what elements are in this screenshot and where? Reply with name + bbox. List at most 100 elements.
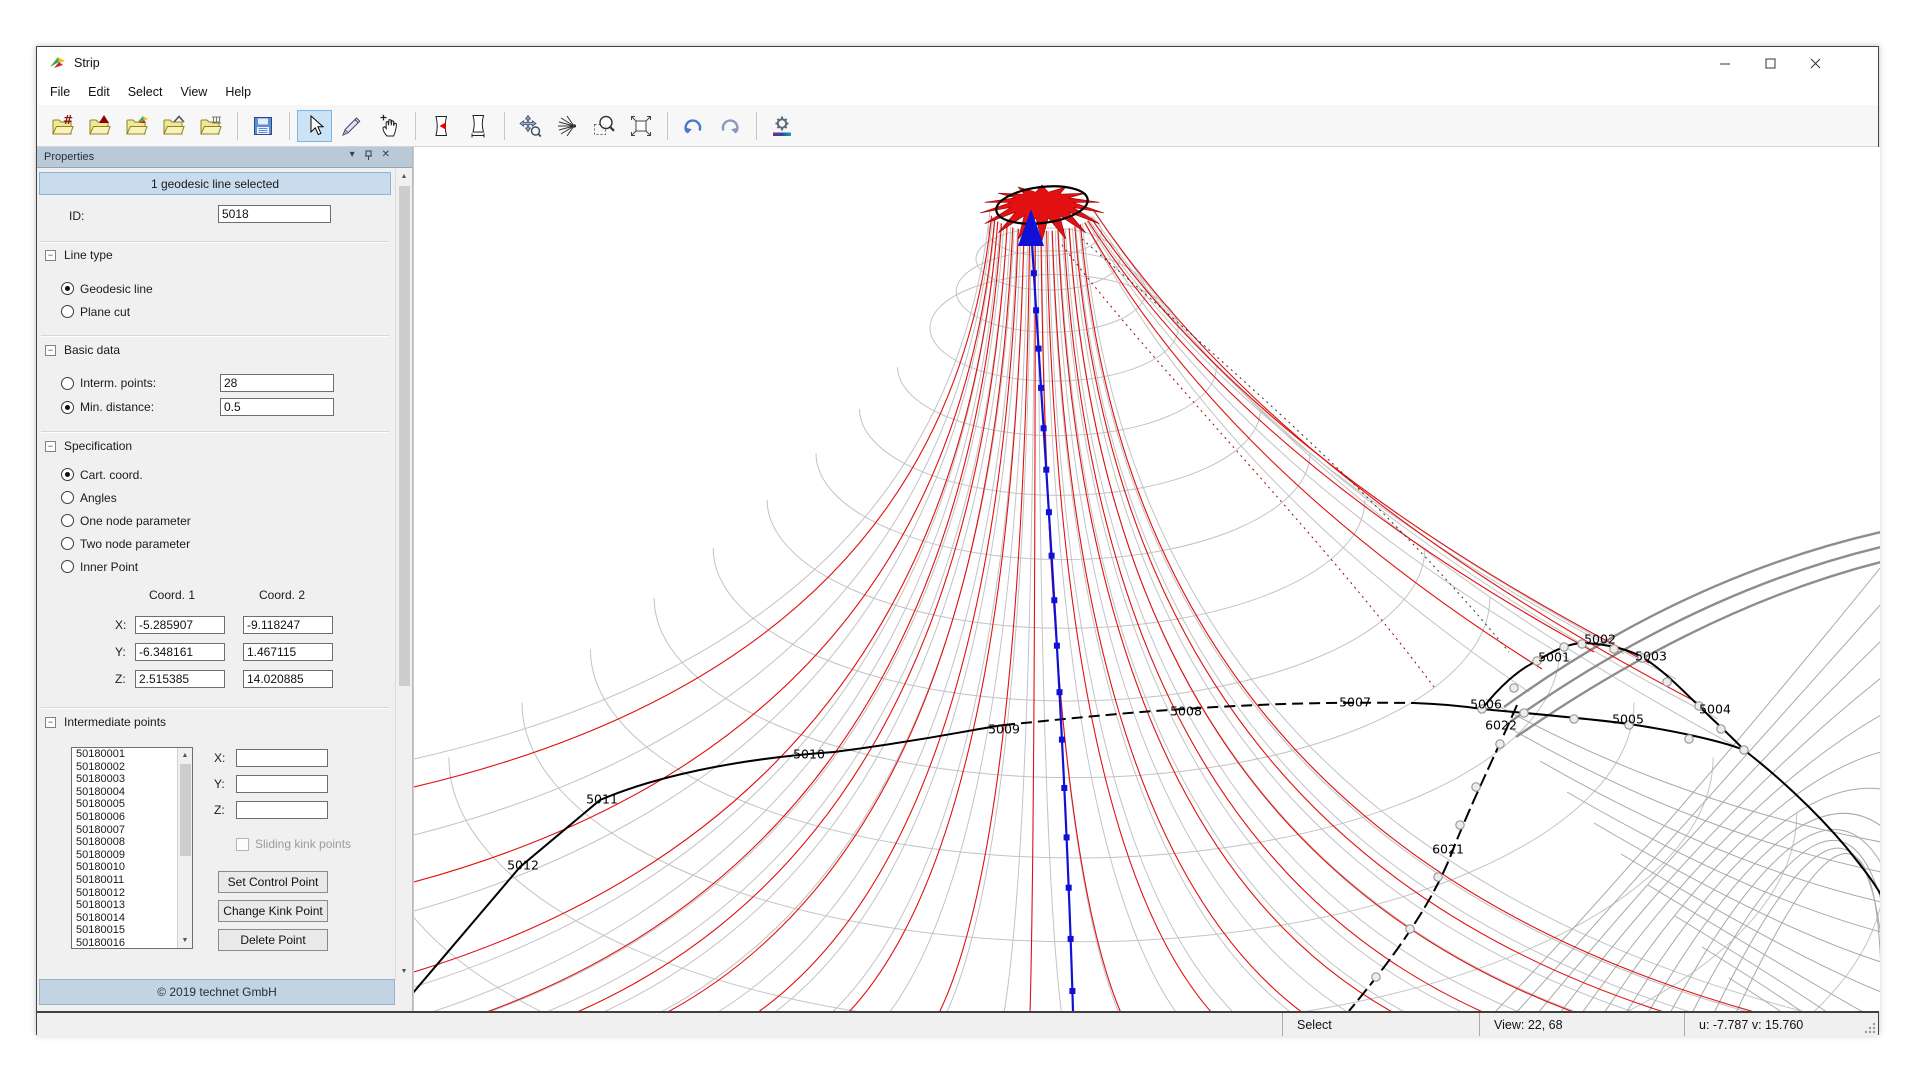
redo-button[interactable]	[712, 110, 747, 142]
intermediate-coord-input[interactable]	[236, 801, 328, 819]
dock-menu-chevron-icon[interactable]: ▾	[350, 150, 355, 164]
menu-item[interactable]: Select	[119, 81, 172, 103]
collapse-icon[interactable]: −	[45, 345, 56, 356]
rays-tool-button[interactable]	[549, 110, 584, 142]
intermediate-point-item[interactable]: 50180016	[72, 937, 177, 949]
radio-icon[interactable]	[61, 468, 74, 481]
open-triangle-folder-button[interactable]	[82, 110, 117, 142]
coord1-input[interactable]	[135, 643, 225, 661]
resize-grip[interactable]	[1864, 1022, 1876, 1034]
intermediate-point-item[interactable]: 50180005	[72, 798, 177, 811]
open-cage-folder-button[interactable]	[193, 110, 228, 142]
model-view[interactable]: 5001500250035004500550066022500750085009…	[414, 147, 1880, 1011]
radio-option[interactable]: Plane cut	[61, 300, 153, 323]
menu-item[interactable]: Help	[216, 81, 260, 103]
scroll-down-icon[interactable]: ▼	[396, 964, 412, 979]
intermediate-point-item[interactable]: 50180010	[72, 861, 177, 874]
scroll-up-icon[interactable]: ▲	[178, 748, 192, 763]
close-button[interactable]	[1793, 48, 1838, 78]
navigate-tool-button[interactable]	[512, 110, 547, 142]
intermediate-point-item[interactable]: 50180003	[72, 773, 177, 786]
drawing-canvas[interactable]: 5001500250035004500550066022500750085009…	[413, 147, 1880, 1011]
open-roof-folder-button[interactable]	[156, 110, 191, 142]
strip-measure-tool-button[interactable]	[460, 110, 495, 142]
intermediate-coord-input[interactable]	[236, 749, 328, 767]
collapse-icon[interactable]: −	[45, 717, 56, 728]
zoom-fit-tool-button[interactable]	[623, 110, 658, 142]
intermediate-point-item[interactable]: 50180014	[72, 912, 177, 925]
properties-dock-titlebar[interactable]: Properties ▾ ✕	[37, 147, 412, 168]
intermediate-points-list[interactable]: 5018000150180002501800035018000450180005…	[71, 747, 193, 949]
intermediate-point-item[interactable]: 50180015	[72, 924, 177, 937]
collapse-icon[interactable]: −	[45, 441, 56, 452]
panel-scrollbar[interactable]: ▲ ▼	[395, 169, 412, 979]
radio-icon[interactable]	[61, 514, 74, 527]
scroll-thumb[interactable]	[399, 186, 410, 686]
line-type-section-header[interactable]: − Line type	[45, 248, 113, 262]
open-hash-folder-button[interactable]: #	[45, 110, 80, 142]
basic-data-row[interactable]: Min. distance:	[61, 395, 391, 419]
basic-data-section-header[interactable]: − Basic data	[45, 343, 120, 357]
intermediate-point-item[interactable]: 50180009	[72, 849, 177, 862]
draw-tool-button[interactable]	[334, 110, 369, 142]
open-strip-folder-button[interactable]	[119, 110, 154, 142]
intermediate-point-item[interactable]: 50180007	[72, 824, 177, 837]
intermediate-point-item[interactable]: 50180008	[72, 836, 177, 849]
menu-item[interactable]: View	[171, 81, 216, 103]
radio-option[interactable]: Cart. coord.	[61, 463, 191, 486]
maximize-button[interactable]	[1748, 48, 1793, 78]
save-button[interactable]	[245, 110, 280, 142]
radio-icon[interactable]	[61, 282, 74, 295]
action-button[interactable]: Set Control Point	[218, 871, 328, 893]
collapse-icon[interactable]: −	[45, 250, 56, 261]
radio-option[interactable]: One node parameter	[61, 509, 191, 532]
menu-item[interactable]: File	[41, 81, 79, 103]
coord2-input[interactable]	[243, 616, 333, 634]
radio-option[interactable]: Inner Point	[61, 555, 191, 578]
settings-button[interactable]	[764, 110, 799, 142]
dock-close-icon[interactable]: ✕	[382, 150, 390, 164]
strip-forward-tool-button[interactable]	[423, 110, 458, 142]
intermediate-point-item[interactable]: 50180011	[72, 874, 177, 887]
radio-icon[interactable]	[61, 491, 74, 504]
dock-pin-icon[interactable]	[364, 150, 373, 164]
radio-icon[interactable]	[61, 401, 74, 414]
basic-data-input[interactable]	[220, 374, 334, 392]
minimize-button[interactable]	[1703, 48, 1748, 78]
scroll-thumb[interactable]	[180, 764, 191, 856]
intermediate-point-item[interactable]: 50180002	[72, 761, 177, 774]
radio-icon[interactable]	[61, 377, 74, 390]
intermediate-point-item[interactable]: 50180012	[72, 887, 177, 900]
coord1-input[interactable]	[135, 616, 225, 634]
basic-data-row[interactable]: Interm. points:	[61, 371, 391, 395]
basic-data-input[interactable]	[220, 398, 334, 416]
intermediate-points-section-header[interactable]: − Intermediate points	[45, 715, 166, 729]
radio-icon[interactable]	[61, 560, 74, 573]
select-tool-button[interactable]	[297, 110, 332, 142]
radio-option[interactable]: Two node parameter	[61, 532, 191, 555]
radio-option[interactable]: Angles	[61, 486, 191, 509]
undo-button[interactable]	[675, 110, 710, 142]
scroll-up-icon[interactable]: ▲	[396, 169, 412, 184]
scroll-down-icon[interactable]: ▼	[178, 933, 192, 948]
intermediate-point-item[interactable]: 50180001	[72, 748, 177, 761]
intermediate-coord-input[interactable]	[236, 775, 328, 793]
coord2-input[interactable]	[243, 643, 333, 661]
action-button[interactable]: Delete Point	[218, 929, 328, 951]
coord1-input[interactable]	[135, 670, 225, 688]
action-button[interactable]: Change Kink Point	[218, 900, 328, 922]
intermediate-point-item[interactable]: 50180006	[72, 811, 177, 824]
radio-icon[interactable]	[61, 537, 74, 550]
intermediate-point-item[interactable]: 50180004	[72, 786, 177, 799]
zoom-window-tool-button[interactable]	[586, 110, 621, 142]
specification-section-header[interactable]: − Specification	[45, 439, 132, 453]
pan-add-tool-button[interactable]	[371, 110, 406, 142]
list-scrollbar[interactable]: ▲ ▼	[177, 748, 192, 948]
menu-item[interactable]: Edit	[79, 81, 119, 103]
radio-icon[interactable]	[61, 305, 74, 318]
radio-option[interactable]: Geodesic line	[61, 277, 153, 300]
id-input[interactable]	[218, 205, 331, 223]
coord2-input[interactable]	[243, 670, 333, 688]
intermediate-point-item[interactable]: 50180013	[72, 899, 177, 912]
sliding-kink-checkbox[interactable]	[236, 838, 249, 851]
